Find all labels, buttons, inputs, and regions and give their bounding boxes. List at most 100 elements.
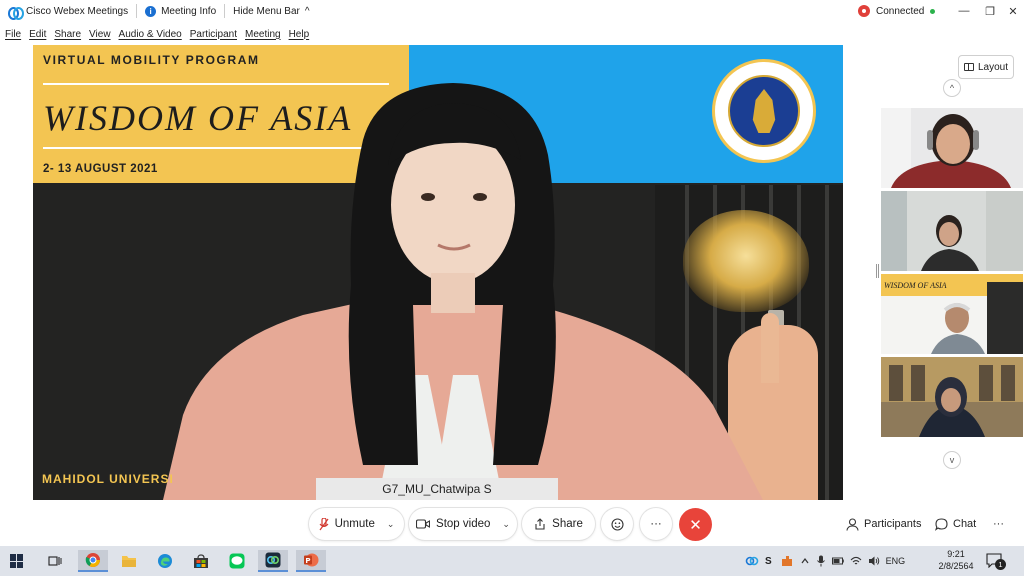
- muted-microphone-icon: [319, 517, 329, 530]
- layout-label: Layout: [977, 61, 1009, 73]
- webex-icon: [265, 552, 281, 568]
- close-window-button[interactable]: ✕: [1002, 0, 1024, 22]
- panel-resize-handle[interactable]: [876, 264, 879, 278]
- scroll-down-button[interactable]: v: [943, 451, 961, 469]
- more-options-button[interactable]: ···: [640, 508, 672, 540]
- taskbar-clock[interactable]: 9:21 2/8/2564: [938, 548, 974, 572]
- close-icon: ✕: [689, 516, 702, 534]
- more-icon: ···: [993, 518, 1004, 530]
- active-speaker-name: G7_MU_Chatwipa S: [316, 478, 558, 500]
- menu-view[interactable]: View: [86, 29, 114, 40]
- task-view-button[interactable]: [40, 550, 70, 572]
- participant-thumbnail[interactable]: WISDOM OF ASIA: [881, 274, 1023, 354]
- hide-menu-bar-button[interactable]: Hide Menu Bar ^: [225, 0, 317, 22]
- task-view-icon: [48, 556, 62, 566]
- chat-label: Chat: [953, 518, 977, 530]
- windows-logo-icon: [10, 554, 24, 568]
- svg-text:P: P: [305, 557, 310, 565]
- microphone-tray-icon[interactable]: [816, 555, 825, 567]
- share-button[interactable]: Share: [522, 508, 595, 540]
- participant-video-1: [881, 108, 1023, 188]
- layout-button[interactable]: Layout: [958, 55, 1014, 79]
- webex-logo-icon: [8, 6, 24, 20]
- taskbar-edge[interactable]: [150, 550, 180, 572]
- chat-bubble-icon: [935, 517, 948, 531]
- menu-bar: File Edit Share View Audio & Video Parti…: [0, 25, 312, 43]
- chat-button[interactable]: Chat: [935, 510, 976, 538]
- battery-tray-icon[interactable]: [831, 555, 844, 567]
- participant-video-4: [881, 357, 1023, 437]
- notification-badge: 1: [995, 559, 1006, 570]
- connection-status[interactable]: Connected: [858, 0, 936, 22]
- unmute-label: Unmute: [334, 518, 375, 530]
- meeting-info-label: Meeting Info: [161, 5, 217, 17]
- menu-meeting[interactable]: Meeting: [242, 29, 284, 40]
- chevron-up-tray-icon[interactable]: [799, 555, 811, 567]
- taskbar-store[interactable]: [186, 550, 216, 572]
- stop-video-button[interactable]: Stop video ⌄: [409, 508, 517, 540]
- taskbar-file-explorer[interactable]: [114, 550, 144, 572]
- unmute-button[interactable]: Unmute ⌄: [309, 508, 404, 540]
- chevron-down-icon[interactable]: ⌄: [387, 519, 395, 530]
- participants-label: Participants: [864, 518, 922, 530]
- menu-participant[interactable]: Participant: [187, 29, 240, 40]
- app-name: Cisco Webex Meetings: [26, 5, 129, 17]
- chevron-down-icon[interactable]: ⌄: [502, 519, 510, 530]
- clock-date: 2/8/2564: [938, 561, 974, 571]
- menu-share[interactable]: Share: [51, 29, 84, 40]
- start-button[interactable]: [2, 550, 32, 572]
- taskbar-webex[interactable]: [258, 550, 288, 572]
- volume-tray-icon[interactable]: [868, 555, 880, 567]
- participants-icon: [846, 517, 859, 531]
- edge-icon: [158, 554, 172, 568]
- puzzle-tray-icon[interactable]: [781, 555, 793, 567]
- chevron-up-icon: ^: [949, 83, 955, 93]
- participants-button[interactable]: Participants: [846, 510, 921, 538]
- university-label: MAHIDOL UNIVERSI: [42, 472, 174, 486]
- panel-more-button[interactable]: ···: [993, 510, 1004, 538]
- menu-help[interactable]: Help: [286, 29, 313, 40]
- share-label: Share: [552, 518, 583, 530]
- info-icon: i: [145, 5, 157, 17]
- scroll-up-button[interactable]: ^: [943, 79, 961, 97]
- chrome-icon: [85, 553, 100, 567]
- thumbnail-slide-title: WISDOM OF ASIA: [884, 281, 947, 290]
- recording-icon: [858, 5, 870, 17]
- stop-video-label: Stop video: [436, 518, 491, 530]
- taskbar-powerpoint[interactable]: P: [296, 550, 326, 572]
- close-icon: ✕: [1008, 5, 1018, 18]
- folder-icon: [122, 556, 136, 567]
- connected-dot-icon: [930, 8, 936, 14]
- connection-label: Connected: [876, 5, 925, 17]
- end-meeting-button[interactable]: ✕: [679, 508, 712, 541]
- video-camera-icon: [416, 519, 431, 529]
- minimize-icon: —: [958, 5, 970, 17]
- menu-file[interactable]: File: [2, 29, 24, 40]
- menu-audio-video[interactable]: Audio & Video: [116, 29, 185, 40]
- language-indicator[interactable]: ENG: [886, 556, 906, 566]
- minimize-button[interactable]: —: [950, 0, 978, 22]
- layout-icon: [963, 63, 974, 71]
- restore-button[interactable]: ❐: [976, 0, 1004, 22]
- tray-s-icon[interactable]: S: [765, 556, 772, 567]
- system-tray: S ENG: [745, 546, 905, 576]
- notification-center-button[interactable]: 1: [986, 552, 1008, 570]
- reactions-button[interactable]: [601, 508, 633, 540]
- app-title: Cisco Webex Meetings: [0, 0, 136, 22]
- taskbar-chrome[interactable]: [78, 550, 108, 572]
- webex-tray-icon[interactable]: [745, 555, 759, 567]
- clock-time: 9:21: [947, 549, 965, 559]
- participant-video-2: [881, 191, 1023, 271]
- participant-thumbnail[interactable]: [881, 357, 1023, 437]
- chevron-down-icon: v: [949, 455, 955, 465]
- menu-edit[interactable]: Edit: [26, 29, 49, 40]
- participant-figure: [163, 83, 763, 500]
- participant-thumbnail[interactable]: [881, 108, 1023, 188]
- store-icon: [194, 553, 208, 568]
- meeting-info-button[interactable]: i Meeting Info: [137, 0, 224, 22]
- share-icon: [535, 518, 545, 530]
- wifi-tray-icon[interactable]: [850, 555, 862, 567]
- participant-thumbnail[interactable]: [881, 191, 1023, 271]
- taskbar-line[interactable]: [222, 550, 252, 572]
- active-speaker-video[interactable]: VIRTUAL MOBILITY PROGRAM WISDOM OF ASIA …: [33, 45, 843, 500]
